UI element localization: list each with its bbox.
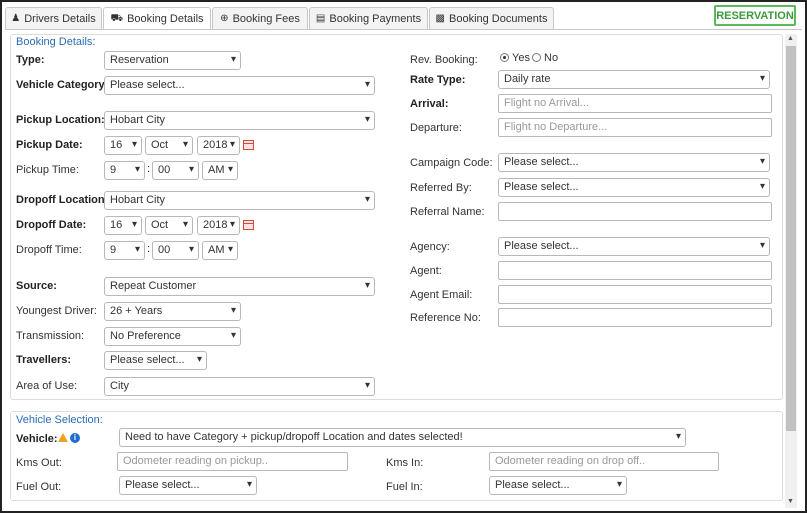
tab-label: Drivers Details bbox=[24, 12, 96, 25]
dropoff-date-label: Dropoff Date: bbox=[16, 219, 87, 231]
reference-no-label: Reference No: bbox=[410, 312, 481, 324]
user-icon: ♟ bbox=[11, 13, 21, 24]
fuel-out-label: Fuel Out: bbox=[16, 481, 62, 493]
referred-by-label: Referred By: bbox=[410, 182, 472, 194]
fuel-out-select[interactable]: Please select... bbox=[119, 476, 257, 495]
pickup-time-label: Pickup Time: bbox=[16, 164, 79, 176]
fuel-in-label: Fuel In: bbox=[386, 481, 423, 493]
youngest-driver-select[interactable]: 26 + Years bbox=[104, 302, 241, 321]
pickup-location-select[interactable]: Hobart City bbox=[104, 111, 375, 130]
calendar-icon[interactable] bbox=[243, 220, 254, 230]
dropoff-minute-select[interactable]: 00 bbox=[152, 241, 199, 260]
pickup-hour-select[interactable]: 9 bbox=[104, 161, 145, 180]
kms-out-label: Kms Out: bbox=[16, 457, 62, 469]
vehicle-select[interactable]: Need to have Category + pickup/dropoff L… bbox=[119, 428, 686, 447]
agency-label: Agency: bbox=[410, 241, 450, 253]
referral-name-label: Referral Name: bbox=[410, 206, 485, 218]
vehicle-label: Vehicle: bbox=[16, 433, 58, 445]
reference-no-input[interactable] bbox=[498, 308, 772, 327]
pickup-minute-select[interactable]: 00 bbox=[152, 161, 199, 180]
arrival-label: Arrival: bbox=[410, 98, 449, 110]
vehicle-selection-title: Vehicle Selection: bbox=[16, 414, 103, 426]
dropoff-month-select[interactable]: Oct bbox=[145, 216, 193, 235]
scroll-down-arrow-icon[interactable]: ▼ bbox=[787, 498, 794, 505]
warning-icon bbox=[58, 433, 68, 442]
info-icon[interactable]: i bbox=[70, 433, 80, 443]
tab-label: Booking Payments bbox=[329, 12, 422, 25]
travellers-label: Travellers: bbox=[16, 354, 72, 366]
rate-type-label: Rate Type: bbox=[410, 74, 466, 86]
tab-booking-fees[interactable]: ⊕ Booking Fees bbox=[212, 7, 308, 29]
tab-booking-details[interactable]: ⛟ Booking Details bbox=[103, 7, 211, 30]
dropoff-time-label: Dropoff Time: bbox=[16, 244, 82, 256]
dropoff-day-select[interactable]: 16 bbox=[104, 216, 142, 235]
calendar-icon[interactable] bbox=[243, 140, 254, 150]
campaign-code-label: Campaign Code: bbox=[410, 157, 493, 169]
rate-type-select[interactable]: Daily rate bbox=[498, 70, 770, 89]
area-of-use-label: Area of Use: bbox=[16, 380, 78, 392]
pickup-location-label: Pickup Location: bbox=[16, 114, 105, 126]
time-separator: : bbox=[147, 243, 151, 255]
agent-label: Agent: bbox=[410, 265, 442, 277]
time-separator: : bbox=[147, 163, 151, 175]
type-label: Type: bbox=[16, 54, 45, 66]
departure-label: Departure: bbox=[410, 122, 462, 134]
status-badge: RESERVATION bbox=[714, 5, 796, 26]
transmission-label: Transmission: bbox=[16, 330, 85, 342]
vehicle-category-select[interactable]: Please select... bbox=[104, 76, 375, 95]
area-of-use-select[interactable]: City bbox=[104, 377, 375, 396]
dropoff-hour-select[interactable]: 9 bbox=[104, 241, 145, 260]
dropoff-location-select[interactable]: Hobart City bbox=[104, 191, 375, 210]
pickup-month-select[interactable]: Oct bbox=[145, 136, 193, 155]
rev-booking-yes-radio[interactable] bbox=[500, 53, 509, 62]
type-select[interactable]: Reservation bbox=[104, 51, 241, 70]
tab-label: Booking Fees bbox=[232, 12, 300, 25]
kms-in-label: Kms In: bbox=[386, 457, 424, 469]
credit-card-icon: ▤ bbox=[315, 13, 326, 24]
tab-label: Booking Details bbox=[127, 13, 204, 25]
rev-booking-no-radio[interactable] bbox=[532, 53, 541, 62]
tab-booking-documents[interactable]: ▩ Booking Documents bbox=[429, 7, 554, 29]
fuel-in-select[interactable]: Please select... bbox=[489, 476, 627, 495]
campaign-code-select[interactable]: Please select... bbox=[498, 153, 770, 172]
referred-by-select[interactable]: Please select... bbox=[498, 178, 770, 197]
scrollbar-thumb[interactable] bbox=[786, 46, 796, 431]
booking-details-title: Booking Details: bbox=[16, 36, 96, 48]
plus-circle-icon: ⊕ bbox=[220, 13, 229, 24]
tab-label: Booking Documents bbox=[449, 12, 548, 25]
pickup-year-select[interactable]: 2018 bbox=[197, 136, 240, 155]
travellers-select[interactable]: Please select... bbox=[104, 351, 207, 370]
dropoff-ampm-select[interactable]: AM bbox=[202, 241, 238, 260]
agent-email-input[interactable] bbox=[498, 285, 772, 304]
rev-booking-yes-label: Yes bbox=[512, 52, 530, 64]
arrival-input[interactable]: Flight no Arrival... bbox=[498, 94, 772, 113]
document-icon: ▩ bbox=[435, 13, 445, 24]
youngest-driver-label: Youngest Driver: bbox=[16, 305, 97, 317]
tab-booking-payments[interactable]: ▤ Booking Payments bbox=[309, 7, 428, 29]
agency-select[interactable]: Please select... bbox=[498, 237, 770, 256]
agent-email-label: Agent Email: bbox=[410, 289, 473, 301]
car-icon: ⛟ bbox=[110, 12, 124, 24]
dropoff-year-select[interactable]: 2018 bbox=[197, 216, 240, 235]
tab-divider bbox=[5, 29, 802, 30]
source-select[interactable]: Repeat Customer bbox=[104, 277, 375, 296]
transmission-select[interactable]: No Preference bbox=[104, 327, 241, 346]
referral-name-input[interactable] bbox=[498, 202, 772, 221]
tab-drivers-details[interactable]: ♟ Drivers Details bbox=[5, 7, 102, 29]
agent-input[interactable] bbox=[498, 261, 772, 280]
vehicle-category-label: Vehicle Category: bbox=[16, 79, 109, 91]
dropoff-location-label: Dropoff Location: bbox=[16, 194, 109, 206]
pickup-ampm-select[interactable]: AM bbox=[202, 161, 238, 180]
pickup-day-select[interactable]: 16 bbox=[104, 136, 142, 155]
rev-booking-label: Rev. Booking: bbox=[410, 54, 478, 66]
kms-in-input[interactable]: Odometer reading on drop off.. bbox=[489, 452, 719, 471]
source-label: Source: bbox=[16, 280, 57, 292]
pickup-date-label: Pickup Date: bbox=[16, 139, 83, 151]
kms-out-input[interactable]: Odometer reading on pickup.. bbox=[117, 452, 348, 471]
rev-booking-no-label: No bbox=[544, 52, 559, 64]
departure-input[interactable]: Flight no Departure... bbox=[498, 118, 772, 137]
scroll-up-arrow-icon[interactable]: ▲ bbox=[787, 35, 794, 42]
